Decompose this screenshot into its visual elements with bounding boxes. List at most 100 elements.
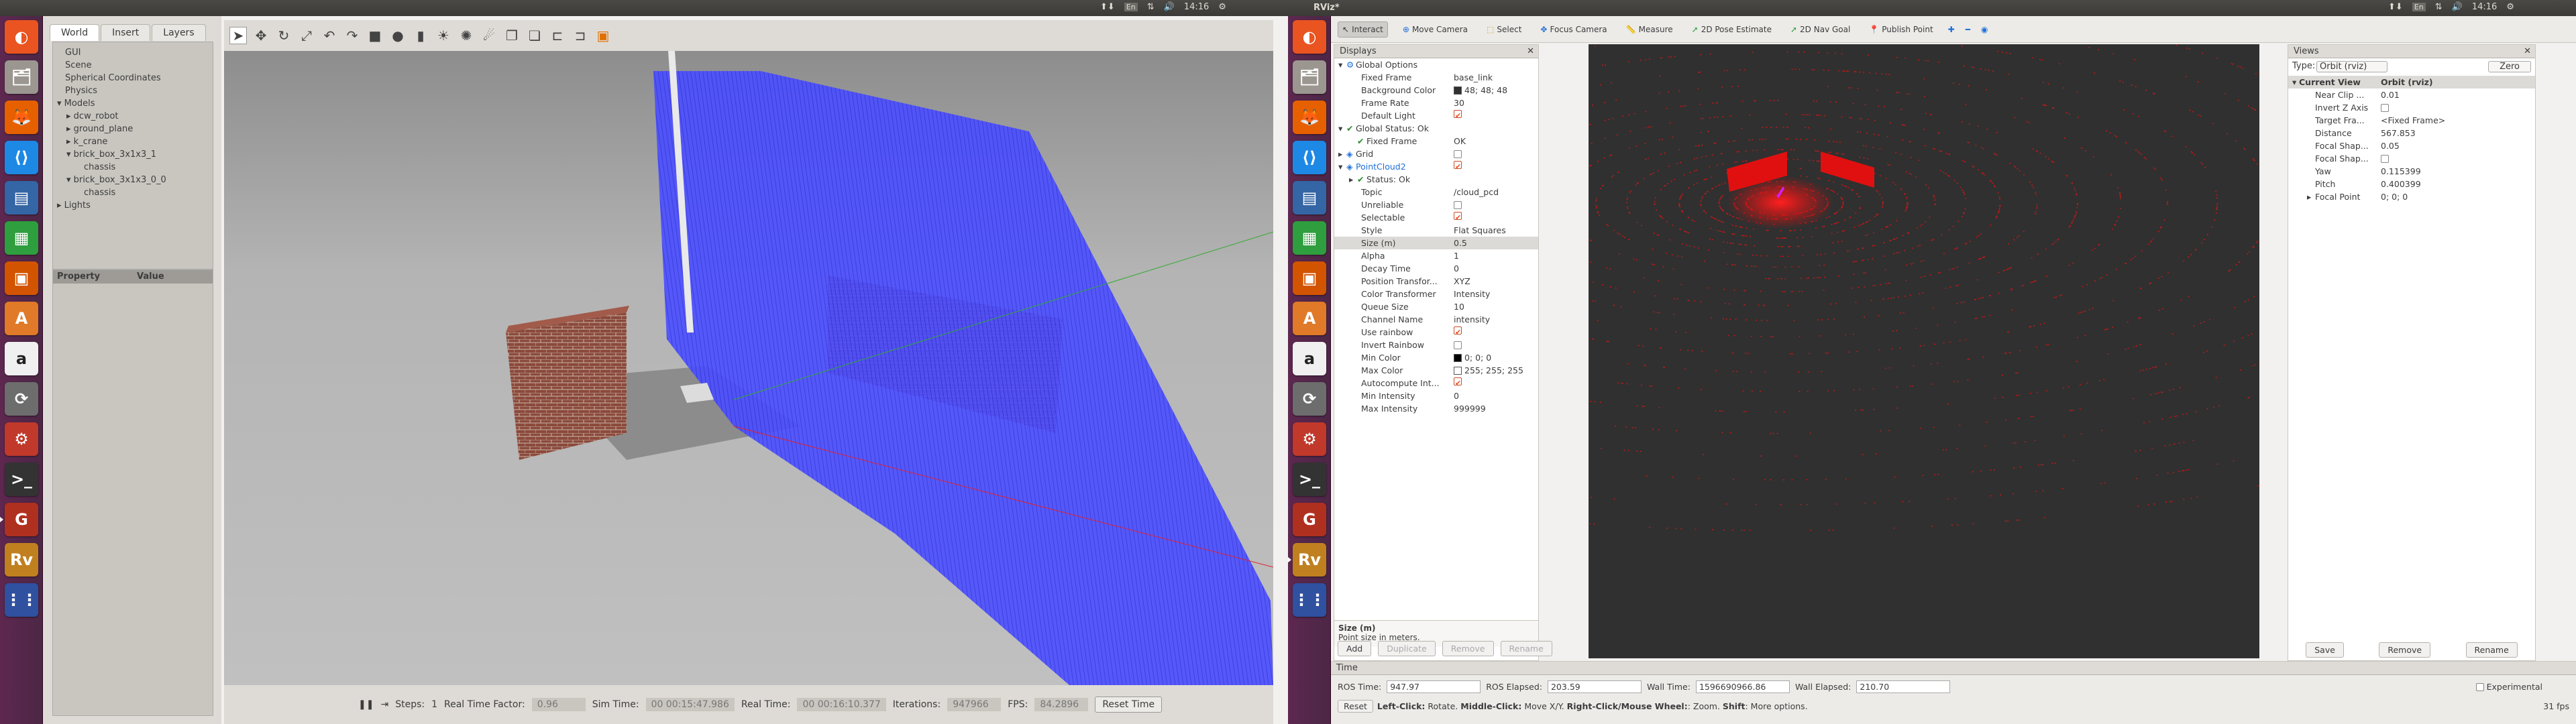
- display-property-row[interactable]: Frame Rate 30: [1334, 97, 1538, 109]
- volume-icon[interactable]: 🔊: [2452, 2, 2463, 12]
- display-property-row[interactable]: Min Color 0; 0; 0: [1334, 351, 1538, 364]
- view-property-row[interactable]: Focal Shap... 0.05: [2288, 139, 2535, 152]
- expand-arrow-icon[interactable]: ▾: [1338, 160, 1342, 173]
- color-swatch-icon[interactable]: [1454, 354, 1462, 362]
- expand-arrow-icon[interactable]: ▾: [66, 175, 74, 185]
- tree-item[interactable]: ▾ brick_box_3x1x3_1: [57, 148, 209, 161]
- duplicate-display-button[interactable]: Duplicate: [1378, 640, 1436, 656]
- power-gear-icon[interactable]: ⚙: [2506, 2, 2514, 12]
- checkbox[interactable]: [1454, 377, 1462, 385]
- tree-item[interactable]: Scene: [57, 59, 209, 72]
- settings-icon[interactable]: ⚙: [1293, 422, 1326, 456]
- display-property-row[interactable]: ▸ ✔ Status: Ok: [1334, 173, 1538, 186]
- display-property-row[interactable]: Topic/cloud_pcd: [1334, 186, 1538, 198]
- remove-display-button[interactable]: Remove: [1442, 640, 1494, 656]
- zero-button[interactable]: Zero: [2488, 61, 2531, 72]
- ros-elapsed-field[interactable]: 203.59: [1547, 680, 1642, 693]
- keyboard-layout-indicator[interactable]: En: [2412, 3, 2426, 11]
- view-property-row[interactable]: Pitch 0.400399: [2288, 178, 2535, 190]
- tab-world[interactable]: World: [50, 24, 100, 41]
- view-property-row[interactable]: ▸ Focal Point 0; 0; 0: [2288, 190, 2535, 203]
- expand-arrow-icon[interactable]: ▾: [66, 149, 74, 160]
- power-gear-icon[interactable]: ⚙: [1218, 2, 1226, 12]
- property-value[interactable]: 48; 48; 48: [1454, 84, 1507, 97]
- screenshot-camera-icon[interactable]: ▣: [594, 27, 612, 44]
- tree-item[interactable]: GUI: [57, 46, 209, 59]
- tab-insert[interactable]: Insert: [101, 24, 151, 41]
- expand-arrow-icon[interactable]: ▸: [66, 111, 74, 121]
- tree-item[interactable]: ▾ brick_box_3x1x3_0_0: [57, 174, 209, 186]
- copy-icon[interactable]: ❐: [503, 27, 521, 44]
- view-property-value[interactable]: <Fixed Frame>: [2381, 114, 2445, 127]
- property-value[interactable]: [1454, 109, 1462, 122]
- property-value[interactable]: [1454, 326, 1462, 339]
- settings-icon[interactable]: ⚙: [5, 422, 38, 456]
- volume-icon[interactable]: 🔊: [1164, 2, 1175, 12]
- firefox-icon[interactable]: 🦊: [5, 101, 38, 134]
- libreoffice-impress-icon[interactable]: ▣: [1293, 261, 1326, 295]
- tool-interact[interactable]: ↖ Interact: [1338, 21, 1388, 38]
- rename-view-button[interactable]: Rename: [2465, 642, 2518, 658]
- clock[interactable]: 14:16: [2472, 2, 2497, 12]
- expand-arrow-icon[interactable]: ▸: [1338, 147, 1342, 160]
- gazebo-3d-viewport[interactable]: [224, 51, 1273, 685]
- translate-icon[interactable]: ✥: [252, 27, 270, 44]
- ros-time-field[interactable]: 947.97: [1387, 680, 1481, 693]
- libreoffice-calc-icon[interactable]: ▦: [1293, 221, 1326, 255]
- spot-light-icon[interactable]: ✺: [458, 27, 475, 44]
- tree-item[interactable]: ▸ k_crane: [57, 135, 209, 148]
- display-property-row[interactable]: Min Intensity 0: [1334, 389, 1538, 402]
- checkbox[interactable]: [1454, 150, 1462, 158]
- keyboard-layout-indicator[interactable]: En: [1124, 3, 1138, 11]
- property-value[interactable]: [1454, 198, 1462, 211]
- redo-icon[interactable]: ↷: [343, 27, 361, 44]
- view-property-value[interactable]: [2381, 152, 2389, 165]
- tool-focus-camera[interactable]: ✥ Focus Camera: [1536, 22, 1611, 37]
- experimental-toggle[interactable]: Experimental: [2475, 682, 2542, 692]
- expand-arrow-icon[interactable]: ▸: [57, 200, 64, 210]
- expand-arrow-icon[interactable]: ▸: [66, 137, 74, 147]
- amazon-icon[interactable]: a: [1293, 342, 1326, 375]
- display-property-row[interactable]: Position Transfor... XYZ: [1334, 275, 1538, 288]
- add-display-button[interactable]: Add: [1338, 640, 1372, 656]
- display-property-row[interactable]: Invert Rainbow: [1334, 339, 1538, 351]
- network-icon[interactable]: ⇅: [1147, 2, 1155, 12]
- tree-item[interactable]: ▸ dcw_robot: [57, 110, 209, 123]
- color-swatch-icon[interactable]: [1454, 367, 1462, 375]
- tree-item[interactable]: Spherical Coordinates: [57, 72, 209, 84]
- display-property-row[interactable]: ▾ ◈ PointCloud2: [1334, 160, 1538, 173]
- tree-item[interactable]: chassis: [57, 161, 209, 174]
- display-property-row[interactable]: ▾ ⚙ Global Options: [1334, 58, 1538, 71]
- property-value[interactable]: 0: [1454, 389, 1459, 402]
- dropbox-icon[interactable]: ⬆⬇: [1100, 2, 1115, 12]
- view-type-select[interactable]: Orbit (rviz): [2316, 61, 2388, 72]
- expand-arrow-icon[interactable]: ▸: [66, 124, 74, 134]
- view-property-value[interactable]: 0.05: [2381, 139, 2400, 152]
- align-icon[interactable]: ⊏: [549, 27, 566, 44]
- view-property-row[interactable]: Focal Shap...: [2288, 152, 2535, 165]
- vscode-icon[interactable]: ⟨⟩: [1293, 141, 1326, 174]
- libreoffice-writer-icon[interactable]: ▤: [5, 181, 38, 215]
- eye-icon[interactable]: ◉: [1981, 25, 1988, 34]
- gazebo-icon[interactable]: G: [0, 503, 38, 536]
- view-property-row[interactable]: Near Clip ... 0.01: [2288, 88, 2535, 101]
- display-property-row[interactable]: Max Color 255; 255; 255: [1334, 364, 1538, 377]
- property-value[interactable]: 10: [1454, 300, 1464, 313]
- cylinder-shape-icon[interactable]: ▮: [412, 27, 429, 44]
- display-property-row[interactable]: Background Color 48; 48; 48: [1334, 84, 1538, 97]
- property-value[interactable]: 1: [1454, 249, 1459, 262]
- display-property-row[interactable]: Decay Time 0: [1334, 262, 1538, 275]
- property-value[interactable]: OK: [1454, 135, 1466, 147]
- tree-item[interactable]: chassis: [57, 186, 209, 199]
- remove-view-button[interactable]: Remove: [2379, 642, 2431, 658]
- close-panel-icon[interactable]: ✕: [2524, 45, 2531, 58]
- snap-icon[interactable]: ⊐: [572, 27, 589, 44]
- gazebo-icon[interactable]: G: [1293, 503, 1326, 536]
- display-property-row[interactable]: Selectable: [1334, 211, 1538, 224]
- files-icon[interactable]: 🗂: [5, 60, 38, 94]
- software-center-icon[interactable]: A: [5, 302, 38, 335]
- files-icon[interactable]: 🗂: [1293, 60, 1326, 94]
- tool-select[interactable]: ⬚ Select: [1483, 22, 1525, 37]
- tool-measure[interactable]: 📏 Measure: [1622, 22, 1677, 37]
- close-panel-icon[interactable]: ✕: [1527, 45, 1534, 58]
